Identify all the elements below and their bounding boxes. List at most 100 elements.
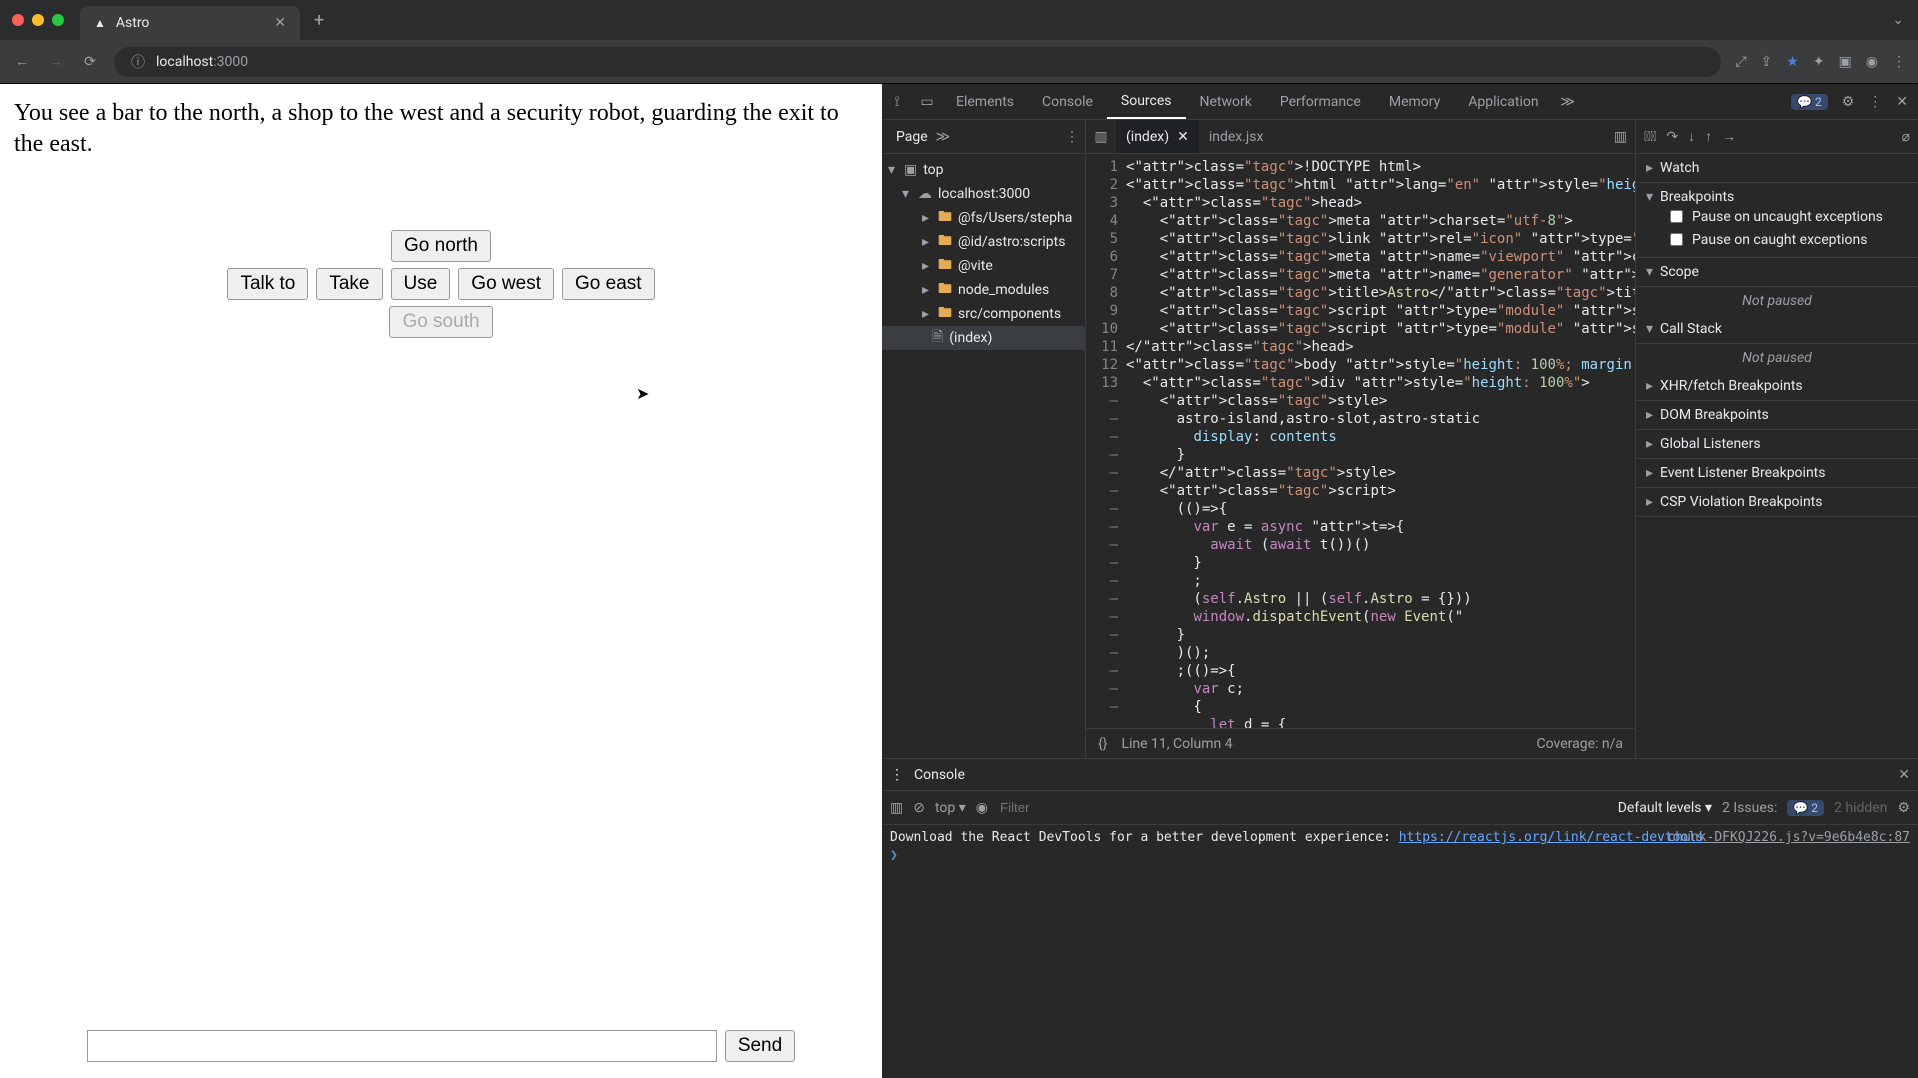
device-icon[interactable]: ▭: [912, 94, 942, 110]
event-listeners-section[interactable]: ▸Event Listener Breakpoints: [1636, 459, 1918, 488]
clear-console-icon[interactable]: ⊘: [913, 800, 925, 816]
browser-tab[interactable]: ▲ Astro ✕: [80, 6, 300, 40]
xhr-section[interactable]: ▸XHR/fetch Breakpoints: [1636, 372, 1918, 401]
more-nav-icon[interactable]: ≫: [936, 129, 951, 145]
tab-performance[interactable]: Performance: [1266, 84, 1375, 119]
editor-tab-index[interactable]: (index)✕: [1116, 120, 1199, 153]
reload-button[interactable]: ⟳: [80, 54, 100, 70]
toggle-nav-icon[interactable]: ▥: [1086, 129, 1116, 145]
tree-file-index[interactable]: 🗎(index): [882, 326, 1085, 350]
dom-bp-section[interactable]: ▸DOM Breakpoints: [1636, 401, 1918, 430]
tree-folder[interactable]: ▸🖿node_modules: [882, 278, 1085, 302]
console-settings-icon[interactable]: ⚙: [1897, 800, 1910, 816]
callstack-section[interactable]: ▾Call Stack: [1636, 315, 1918, 344]
code-body[interactable]: <"attr">class="tagc">!DOCTYPE html><"att…: [1126, 154, 1635, 728]
close-tab-icon[interactable]: ✕: [274, 15, 286, 31]
step-out-icon[interactable]: ↑: [1705, 128, 1712, 145]
back-button[interactable]: ←: [12, 53, 32, 70]
tree-folder[interactable]: ▸🖿@vite: [882, 254, 1085, 278]
step-icon[interactable]: →: [1722, 128, 1736, 145]
send-button[interactable]: Send: [725, 1030, 795, 1062]
watch-section[interactable]: ▸Watch: [1636, 154, 1918, 183]
titlebar: ▲ Astro ✕ + ⌄: [0, 0, 1918, 40]
tree-folder[interactable]: ▸🖿src/components: [882, 302, 1085, 326]
address-bar[interactable]: ⓘ localhost:3000: [114, 47, 1721, 77]
step-over-icon[interactable]: ↷: [1666, 129, 1678, 145]
forward-button[interactable]: →: [46, 53, 66, 70]
go-north-button[interactable]: Go north: [391, 230, 491, 262]
editor-tab-indexjsx[interactable]: index.jsx: [1199, 120, 1274, 153]
debugger-sidebar: ▸⃞ ↷ ↓ ↑ → ⌀ ▸Watch ▾Breakpoints Pause o…: [1636, 120, 1918, 758]
react-devtools-link[interactable]: https://reactjs.org/link/react-devtools: [1399, 830, 1704, 845]
sidebar-toggle-icon[interactable]: ▥: [890, 800, 903, 816]
inspect-icon[interactable]: ⟟: [882, 94, 912, 110]
new-tab-button[interactable]: +: [300, 10, 338, 31]
code-editor: ▥ (index)✕ index.jsx ▥ 12345678910111213…: [1086, 120, 1636, 758]
talk-to-button[interactable]: Talk to: [227, 268, 308, 300]
maximize-window-icon[interactable]: [52, 14, 64, 26]
sidepanel-icon[interactable]: ▣: [1839, 54, 1852, 70]
tab-sources[interactable]: Sources: [1107, 84, 1186, 119]
more-tabs-icon[interactable]: ≫: [1553, 94, 1583, 110]
tab-memory[interactable]: Memory: [1375, 84, 1454, 119]
chrome-menu-icon[interactable]: ⋮: [1892, 54, 1906, 70]
pause-uncaught-checkbox[interactable]: Pause on uncaught exceptions: [1646, 205, 1908, 228]
drawer-menu-icon[interactable]: ⋮: [890, 767, 904, 783]
scope-section[interactable]: ▾Scope: [1636, 258, 1918, 287]
narrative-text: You see a bar to the north, a shop to th…: [0, 84, 882, 160]
issues-count-badge[interactable]: 💬 2: [1787, 800, 1824, 816]
log-levels-select[interactable]: Default levels ▾: [1618, 800, 1712, 816]
share-icon[interactable]: ⇪: [1761, 54, 1773, 70]
command-input[interactable]: [87, 1030, 717, 1062]
extensions-icon[interactable]: ✦: [1813, 54, 1825, 70]
step-into-icon[interactable]: ↓: [1688, 128, 1695, 145]
profile-icon[interactable]: ◉: [1866, 54, 1878, 70]
urlbar: ← → ⟳ ⓘ localhost:3000 ⤢ ⇪ ★ ✦ ▣ ◉ ⋮: [0, 40, 1918, 84]
page-nav-tab[interactable]: Page: [888, 129, 936, 145]
take-button[interactable]: Take: [316, 268, 382, 300]
close-tab-icon[interactable]: ✕: [1177, 129, 1189, 145]
breakpoints-section[interactable]: ▾Breakpoints Pause on uncaught exception…: [1636, 183, 1918, 258]
use-button[interactable]: Use: [391, 268, 451, 300]
go-west-button[interactable]: Go west: [458, 268, 554, 300]
tree-top[interactable]: ▾▣top: [882, 158, 1085, 182]
url-port: :3000: [213, 54, 248, 70]
console-filter-input[interactable]: [998, 799, 1608, 816]
devtools-menu-icon[interactable]: ⋮: [1868, 94, 1882, 110]
tab-elements[interactable]: Elements: [942, 84, 1028, 119]
pause-caught-checkbox[interactable]: Pause on caught exceptions: [1646, 228, 1908, 251]
devtools: ⟟ ▭ Elements Console Sources Network Per…: [882, 84, 1918, 1078]
tab-application[interactable]: Application: [1454, 84, 1552, 119]
tab-console[interactable]: Console: [1028, 84, 1107, 119]
tree-folder[interactable]: ▸🖿@id/astro:scripts: [882, 230, 1085, 254]
minimize-window-icon[interactable]: [32, 14, 44, 26]
go-east-button[interactable]: Go east: [562, 268, 655, 300]
csp-section[interactable]: ▸CSP Violation Breakpoints: [1636, 488, 1918, 517]
tree-host[interactable]: ▾☁localhost:3000: [882, 182, 1085, 206]
editor-statusbar: {} Line 11, Column 4 Coverage: n/a: [1086, 728, 1635, 758]
settings-icon[interactable]: ⚙: [1842, 94, 1855, 110]
format-icon[interactable]: {}: [1098, 736, 1107, 752]
deactivate-bp-icon[interactable]: ⌀: [1902, 129, 1910, 145]
close-devtools-icon[interactable]: ✕: [1896, 94, 1908, 110]
coverage-status: Coverage: n/a: [1537, 736, 1623, 752]
bookmark-icon[interactable]: ★: [1786, 54, 1799, 70]
zoom-icon[interactable]: ⤢: [1735, 54, 1746, 70]
context-selector[interactable]: top ▾: [935, 800, 966, 816]
site-info-icon[interactable]: ⓘ: [128, 52, 148, 72]
global-listeners-section[interactable]: ▸Global Listeners: [1636, 430, 1918, 459]
close-drawer-icon[interactable]: ✕: [1898, 767, 1910, 783]
resume-icon[interactable]: ▸⃞: [1644, 129, 1656, 145]
tabs-menu-icon[interactable]: ⌄: [1892, 12, 1904, 28]
devtools-tabs: ⟟ ▭ Elements Console Sources Network Per…: [882, 84, 1918, 120]
console-output[interactable]: chunk-DFKQJ226.js?v=9e6b4e8c:87 Download…: [882, 825, 1918, 1078]
line-gutter: 12345678910111213––––––––––––––––––: [1086, 154, 1126, 728]
close-window-icon[interactable]: [12, 14, 24, 26]
console-drawer-tab[interactable]: Console: [904, 767, 975, 783]
go-south-button: Go south: [389, 306, 492, 338]
tree-folder[interactable]: ▸🖿@fs/Users/stepha: [882, 206, 1085, 230]
tab-network[interactable]: Network: [1186, 84, 1266, 119]
live-expr-icon[interactable]: ◉: [976, 800, 988, 816]
nav-menu-icon[interactable]: ⋮: [1065, 129, 1079, 145]
issues-badge[interactable]: 💬 2: [1791, 94, 1828, 110]
